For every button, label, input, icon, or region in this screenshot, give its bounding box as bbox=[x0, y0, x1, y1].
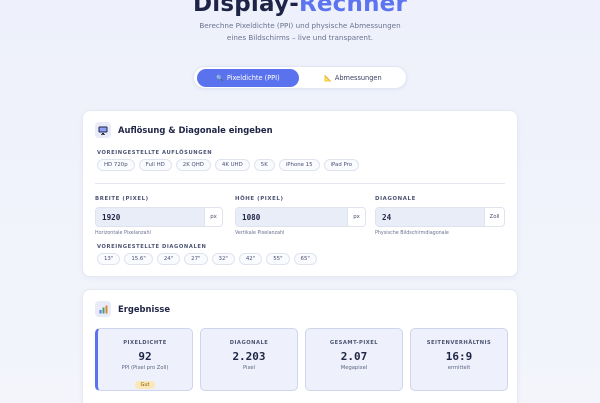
preset-resolutions: HD 720p Full HD 2K QHD 4K UHD 5K iPhone … bbox=[97, 159, 360, 171]
stat-label: PIXELDICHTE bbox=[123, 340, 167, 346]
mode-tabs: 🔍 Pixeldichte (PPI) 📐 Abmessungen bbox=[193, 66, 407, 89]
preset-diagonals: 13" 15.6" 24" 27" 32" 42" 55" 65" bbox=[97, 253, 317, 265]
preset-resolution-chip[interactable]: 2K QHD bbox=[175, 159, 211, 171]
stat-sub: ermittelt bbox=[447, 365, 471, 371]
height-input[interactable] bbox=[236, 208, 347, 226]
width-box: px bbox=[95, 207, 223, 227]
tab-dimensions-label: Abmessungen bbox=[334, 74, 382, 82]
preset-diagonal-chip[interactable]: 13" bbox=[97, 253, 121, 265]
height-hint: Vertikale Pixelanzahl bbox=[235, 231, 285, 236]
preset-diagonal-chip[interactable]: 32" bbox=[211, 253, 235, 265]
preset-resolutions-label: VOREINGESTELLTE AUFLÖSUNGEN bbox=[97, 150, 213, 156]
height-field-group: HÖHE (PIXEL) px Vertikale Pixelanzahl bbox=[235, 196, 366, 236]
width-unit: px bbox=[204, 208, 222, 226]
stat-pixel-density: PIXELDICHTE 92 PPI (Pixel pro Zoll) Gut bbox=[95, 328, 193, 391]
diagonal-label: DIAGONALE bbox=[375, 196, 416, 202]
height-box: px bbox=[235, 207, 366, 227]
stat-label: SEITENVERHÄLTNIS bbox=[426, 340, 492, 346]
preset-diagonal-chip[interactable]: 65" bbox=[293, 253, 317, 265]
preset-diagonal-chip[interactable]: 55" bbox=[266, 253, 290, 265]
stat-label: GESAMT-PIXEL bbox=[329, 340, 379, 346]
tab-pixel-density-label: Pixeldichte (PPI) bbox=[226, 74, 280, 82]
stat-aspect-ratio: SEITENVERHÄLTNIS 16:9 ermittelt bbox=[410, 328, 508, 391]
divider bbox=[95, 183, 505, 184]
stat-value: 92 bbox=[138, 350, 152, 363]
tab-dimensions[interactable]: 📐 Abmessungen bbox=[302, 69, 404, 87]
preset-resolution-chip[interactable]: HD 720p bbox=[97, 159, 135, 171]
monitor-icon bbox=[95, 122, 111, 138]
diagonal-input[interactable] bbox=[376, 208, 484, 226]
results-grid: PIXELDICHTE 92 PPI (Pixel pro Zoll) Gut … bbox=[95, 328, 508, 391]
diagonal-unit: Zoll bbox=[484, 208, 504, 226]
stat-sub: Pixel bbox=[243, 365, 255, 371]
stat-value: 2.07 bbox=[340, 350, 368, 363]
preset-diagonal-chip[interactable]: 24" bbox=[156, 253, 181, 265]
preset-resolution-chip[interactable]: 4K UHD bbox=[214, 159, 250, 171]
preset-resolution-chip[interactable]: iPhone 15 bbox=[278, 159, 320, 171]
stat-label: DIAGONALE bbox=[229, 340, 269, 346]
width-input[interactable] bbox=[96, 208, 204, 226]
input-card-header: Auflösung & Diagonale eingeben bbox=[95, 122, 273, 138]
page-subtitle: Berechne Pixeldichte (PPI) und physische… bbox=[199, 21, 401, 42]
page-title-main: Display- bbox=[192, 0, 299, 17]
ruler-icon: 📐 bbox=[324, 74, 332, 82]
magnifier-icon: 🔍 bbox=[216, 74, 224, 82]
diagonal-field-group: DIAGONALE Zoll Physische Bildschirmdiago… bbox=[375, 196, 505, 236]
stat-diagonal-pixels: DIAGONALE 2.203 Pixel bbox=[200, 328, 298, 391]
preset-resolution-chip[interactable]: Full HD bbox=[138, 159, 172, 171]
stat-value: 16:9 bbox=[445, 350, 473, 363]
stat-total-pixels: GESAMT-PIXEL 2.07 Megapixel bbox=[305, 328, 403, 391]
tab-pixel-density[interactable]: 🔍 Pixeldichte (PPI) bbox=[197, 69, 299, 87]
height-unit: px bbox=[347, 208, 365, 226]
stat-sub: Megapixel bbox=[340, 365, 368, 371]
preset-diagonal-chip[interactable]: 15.6" bbox=[124, 253, 153, 265]
height-label: HÖHE (PIXEL) bbox=[235, 196, 284, 202]
diagonal-hint: Physische Bildschirmdiagonale bbox=[375, 231, 449, 236]
results-card: Ergebnisse PIXELDICHTE 92 PPI (Pixel pro… bbox=[82, 289, 518, 403]
results-card-title: Ergebnisse bbox=[118, 304, 171, 314]
stat-sub: PPI (Pixel pro Zoll) bbox=[121, 365, 169, 371]
input-card-title: Auflösung & Diagonale eingeben bbox=[118, 125, 273, 135]
width-field-group: BREITE (PIXEL) px Horizontale Pixelanzah… bbox=[95, 196, 223, 236]
preset-diagonal-chip[interactable]: 27" bbox=[184, 253, 208, 265]
page-title: Display-Rechner bbox=[0, 0, 600, 17]
bar-chart-icon bbox=[95, 301, 111, 317]
width-hint: Horizontale Pixelanzahl bbox=[95, 231, 151, 236]
preset-resolution-chip[interactable]: 5K bbox=[253, 159, 275, 171]
preset-resolution-chip[interactable]: iPad Pro bbox=[323, 159, 360, 171]
stat-value: 2.203 bbox=[232, 350, 266, 363]
input-card: Auflösung & Diagonale eingeben VOREINGES… bbox=[82, 110, 518, 277]
quality-badge: Gut bbox=[135, 381, 155, 389]
diagonal-box: Zoll bbox=[375, 207, 505, 227]
width-label: BREITE (PIXEL) bbox=[95, 196, 149, 202]
results-card-header: Ergebnisse bbox=[95, 301, 170, 317]
page-title-accent: Rechner bbox=[298, 0, 407, 17]
preset-diagonal-chip[interactable]: 42" bbox=[238, 253, 263, 265]
preset-diagonals-label: VOREINGESTELLTE DIAGONALEN bbox=[97, 244, 207, 250]
